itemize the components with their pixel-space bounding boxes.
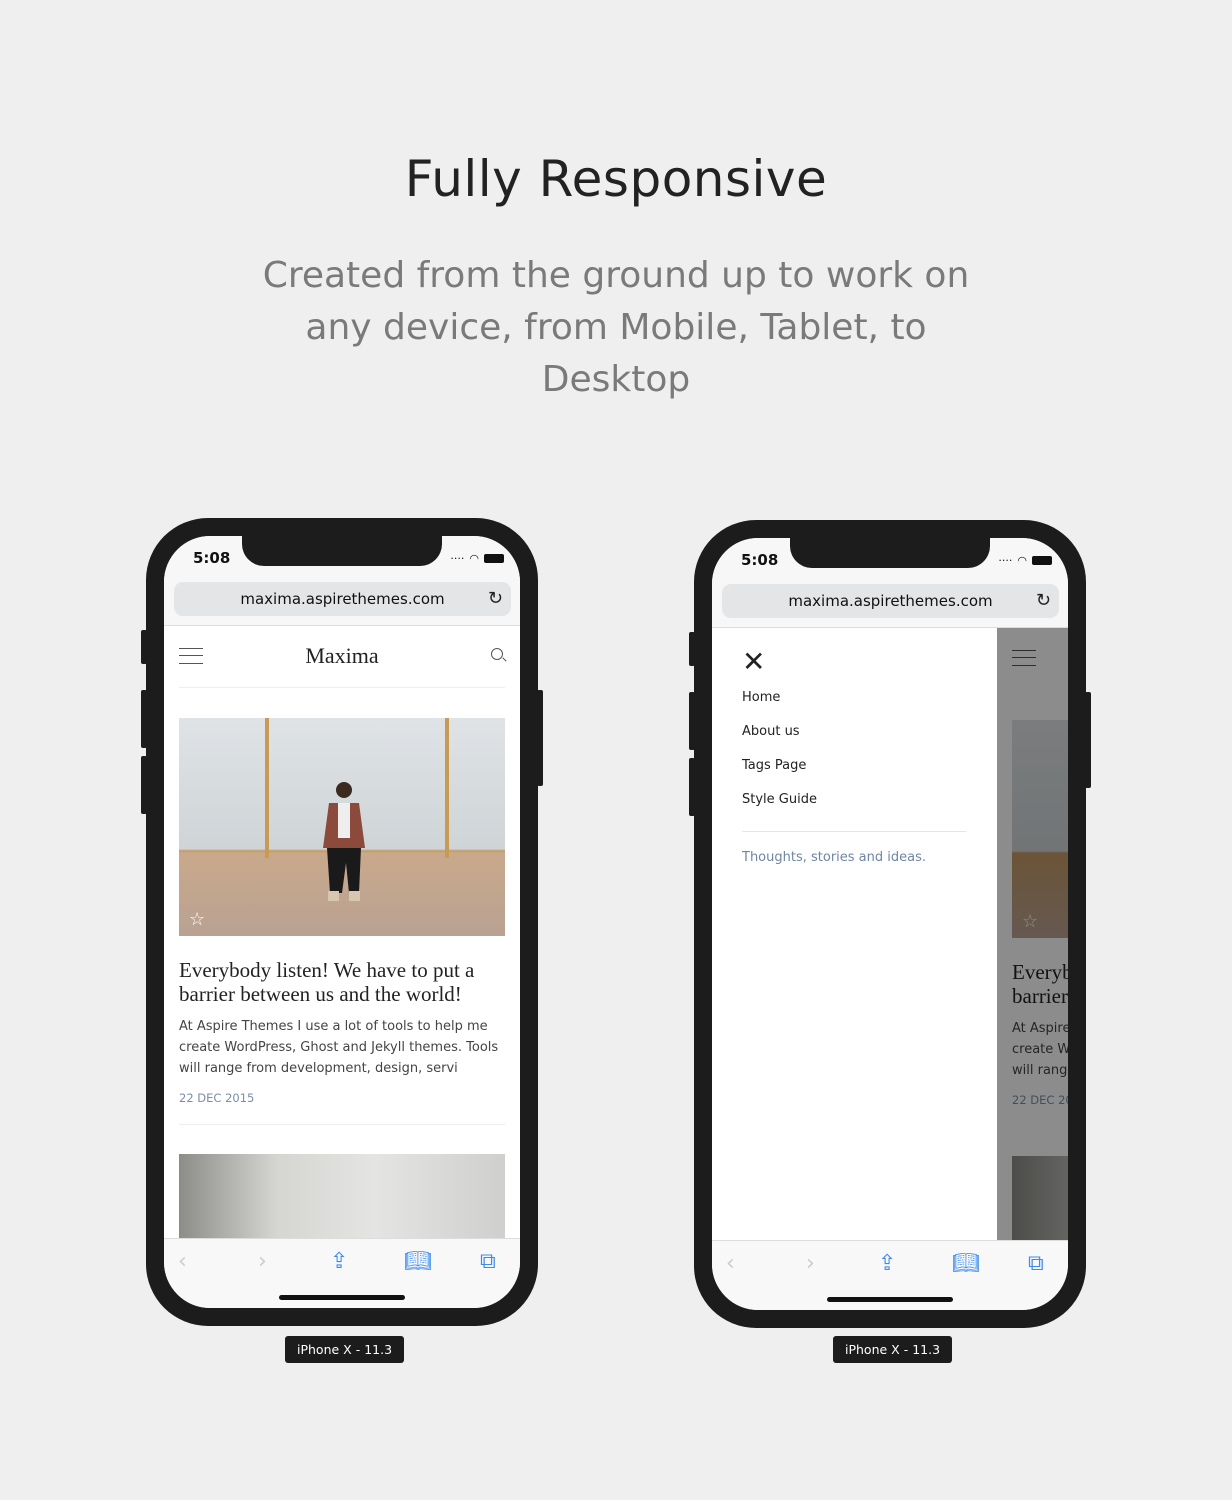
menu-item-tags[interactable]: Tags Page (742, 758, 806, 773)
menu-item-home[interactable]: Home (742, 690, 780, 705)
status-time: 5:08 (741, 551, 779, 569)
star-icon[interactable]: ☆ (189, 909, 205, 930)
bookmarks-icon[interactable]: 📖︎ (404, 1249, 432, 1274)
reload-icon[interactable]: ↻ (1036, 584, 1051, 618)
phone-screen: 5:08 ···· ◠ maxima.aspirethemes.com ↻ Maxi… (164, 536, 520, 1308)
address-bar: maxima.aspirethemes.com ↻ (712, 584, 1068, 628)
close-icon[interactable]: ✕ (742, 648, 765, 676)
share-icon[interactable]: ⇪ (330, 1249, 348, 1274)
back-icon[interactable]: ‹ (178, 1249, 187, 1274)
notch (242, 536, 442, 566)
site-header: Maxima (179, 626, 505, 688)
site-logo[interactable]: Maxima (179, 643, 505, 669)
back-icon[interactable]: ‹ (726, 1251, 735, 1276)
device-label: iPhone X - 11.3 (833, 1336, 953, 1363)
url-text: maxima.aspirethemes.com (240, 590, 445, 608)
forward-icon[interactable]: › (806, 1251, 815, 1276)
home-indicator (827, 1297, 953, 1302)
phone-blog-view: 5:08 ···· ◠ maxima.aspirethemes.com ↻ Maxi… (146, 518, 538, 1326)
status-time: 5:08 (193, 549, 231, 567)
url-text: maxima.aspirethemes.com (788, 592, 993, 610)
bookmarks-icon[interactable]: 📖︎ (952, 1251, 980, 1276)
forward-icon[interactable]: › (258, 1249, 267, 1274)
overlay-backdrop[interactable] (997, 628, 1068, 1240)
post-date: 22 DEC 2015 (179, 1091, 255, 1105)
person-photo (323, 782, 365, 901)
side-menu: ✕ Home About us Tags Page Style Guide Th… (712, 628, 997, 1240)
post-title[interactable]: Everybody listen! We have to put a barri… (179, 958, 509, 1006)
signal-icon: ···· (450, 552, 465, 565)
signal-icon: ···· (998, 554, 1013, 567)
notch (790, 538, 990, 568)
tabs-icon[interactable]: ⧉ (1028, 1251, 1044, 1276)
reload-icon[interactable]: ↻ (488, 582, 503, 616)
url-field[interactable]: maxima.aspirethemes.com ↻ (722, 584, 1059, 618)
site-tagline: Thoughts, stories and ideas. (742, 850, 927, 865)
wifi-icon: ◠ (1017, 554, 1027, 567)
device-label: iPhone X - 11.3 (285, 1336, 405, 1363)
post-image[interactable]: ☆ (179, 718, 505, 936)
tabs-icon[interactable]: ⧉ (480, 1249, 496, 1274)
menu-item-about[interactable]: About us (742, 724, 800, 739)
browser-toolbar: ‹ › ⇪ 📖︎ ⧉ (712, 1240, 1068, 1310)
page-heading: Fully Responsive (404, 150, 828, 208)
menu-item-style-guide[interactable]: Style Guide (742, 792, 817, 807)
address-bar: maxima.aspirethemes.com ↻ (164, 582, 520, 626)
phone-menu-view: 5:08 ···· ◠ maxima.aspirethemes.com ↻ ☆ Ev… (694, 520, 1086, 1328)
post-excerpt: At Aspire Themes I use a lot of tools to… (179, 1019, 499, 1076)
share-icon[interactable]: ⇪ (878, 1251, 896, 1276)
battery-icon (1032, 556, 1052, 565)
battery-icon (484, 554, 504, 563)
divider (742, 831, 966, 832)
page-subheading: Created from the ground up to work on an… (262, 255, 970, 400)
url-field[interactable]: maxima.aspirethemes.com ↻ (174, 582, 511, 616)
search-icon[interactable] (491, 648, 503, 660)
next-post-image[interactable] (179, 1154, 505, 1238)
web-content: ☆ Everybody listen! We have to put a bar… (712, 628, 1068, 1240)
web-content: Maxima ☆ Everybody listen! We have to pu… (164, 626, 520, 1238)
divider (179, 1124, 505, 1125)
wifi-icon: ◠ (469, 552, 479, 565)
browser-toolbar: ‹ › ⇪ 📖︎ ⧉ (164, 1238, 520, 1308)
phone-screen: 5:08 ···· ◠ maxima.aspirethemes.com ↻ ☆ Ev… (712, 538, 1068, 1310)
home-indicator (279, 1295, 405, 1300)
